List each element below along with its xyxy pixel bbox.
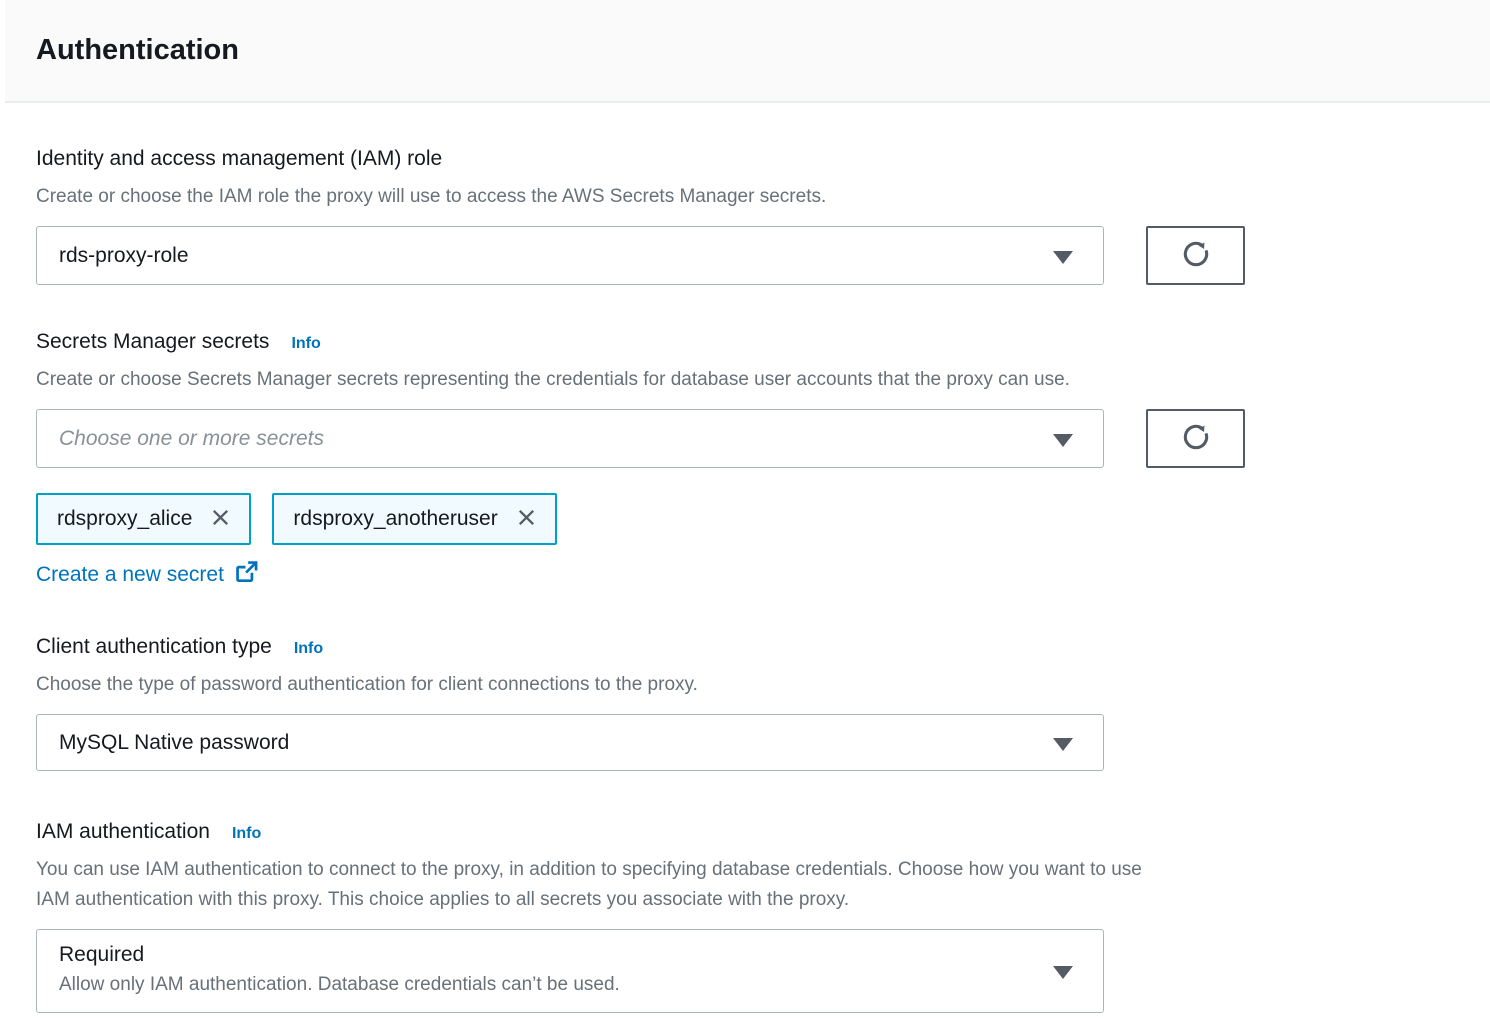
client-auth-select[interactable]: MySQL Native password: [36, 714, 1104, 771]
token-rdsproxy-alice: rdsproxy_alice: [36, 493, 251, 545]
chevron-down-icon: [1053, 251, 1073, 264]
create-new-secret-link[interactable]: Create a new secret: [36, 559, 259, 590]
client-auth-label: Client authentication type: [36, 634, 272, 660]
page-title: Authentication: [36, 34, 239, 67]
iam-role-label-row: Identity and access management (IAM) rol…: [36, 146, 1466, 172]
iam-role-label: Identity and access management (IAM) rol…: [36, 146, 442, 172]
iam-auth-info-link[interactable]: Info: [232, 825, 261, 843]
secrets-description: Create or choose Secrets Manager secrets…: [36, 365, 1466, 395]
secrets-multiselect[interactable]: Choose one or more secrets: [36, 409, 1104, 468]
external-link-icon: [234, 559, 259, 590]
secrets-refresh-button[interactable]: [1146, 409, 1245, 468]
iam-role-control-row: rds-proxy-role: [36, 226, 1466, 285]
field-iam-role: Identity and access management (IAM) rol…: [36, 146, 1466, 285]
secrets-info-link[interactable]: Info: [291, 335, 320, 353]
iam-role-description: Create or choose the IAM role the proxy …: [36, 182, 1466, 212]
panel-header: Authentication: [5, 0, 1490, 103]
token-label: rdsproxy_alice: [57, 507, 192, 531]
chevron-down-icon: [1053, 738, 1073, 751]
create-new-secret-link-label: Create a new secret: [36, 563, 224, 587]
iam-role-refresh-button[interactable]: [1146, 226, 1245, 285]
form-content: Identity and access management (IAM) rol…: [0, 103, 1490, 1033]
secrets-control-row: Choose one or more secrets: [36, 409, 1466, 468]
token-rdsproxy-anotheruser: rdsproxy_anotheruser: [272, 493, 556, 545]
iam-role-select[interactable]: rds-proxy-role: [36, 226, 1104, 285]
authentication-panel: Authentication Identity and access manag…: [0, 0, 1490, 1033]
token-dismiss-button[interactable]: [515, 506, 538, 532]
client-auth-control-row: MySQL Native password: [36, 714, 1466, 771]
selected-secrets-token-row: rdsproxy_alice rdsproxy_anotheruser: [36, 493, 1466, 545]
iam-auth-control-row: Required Allow only IAM authentication. …: [36, 929, 1466, 1013]
iam-auth-select-value-description: Allow only IAM authentication. Database …: [59, 972, 620, 998]
iam-auth-description: You can use IAM authentication to connec…: [36, 855, 1466, 915]
refresh-icon: [1180, 421, 1212, 456]
iam-role-select-value: rds-proxy-role: [59, 244, 189, 268]
chevron-down-icon: [1053, 434, 1073, 447]
secrets-select-placeholder: Choose one or more secrets: [59, 427, 324, 451]
token-label: rdsproxy_anotheruser: [293, 507, 497, 531]
iam-auth-description-line1: You can use IAM authentication to connec…: [36, 855, 1466, 885]
create-secret-link-row: Create a new secret: [36, 559, 1466, 590]
field-client-auth-type: Client authentication type Info Choose t…: [36, 634, 1466, 771]
secrets-label-row: Secrets Manager secrets Info: [36, 329, 1466, 355]
iam-auth-select[interactable]: Required Allow only IAM authentication. …: [36, 929, 1104, 1013]
client-auth-label-row: Client authentication type Info: [36, 634, 1466, 660]
iam-auth-label: IAM authentication: [36, 819, 210, 845]
field-secrets: Secrets Manager secrets Info Create or c…: [36, 329, 1466, 590]
iam-auth-label-row: IAM authentication Info: [36, 819, 1466, 845]
close-icon: [209, 506, 232, 532]
refresh-icon: [1180, 238, 1212, 273]
client-auth-description: Choose the type of password authenticati…: [36, 670, 1466, 700]
field-iam-authentication: IAM authentication Info You can use IAM …: [36, 819, 1466, 1013]
secrets-label: Secrets Manager secrets: [36, 329, 269, 355]
chevron-down-icon: [1053, 966, 1073, 979]
iam-auth-description-line2: IAM authentication with this proxy. This…: [36, 885, 1466, 915]
iam-auth-select-value: Required: [59, 943, 144, 967]
client-auth-select-value: MySQL Native password: [59, 731, 289, 755]
token-dismiss-button[interactable]: [209, 506, 232, 532]
close-icon: [515, 506, 538, 532]
client-auth-info-link[interactable]: Info: [294, 640, 323, 658]
